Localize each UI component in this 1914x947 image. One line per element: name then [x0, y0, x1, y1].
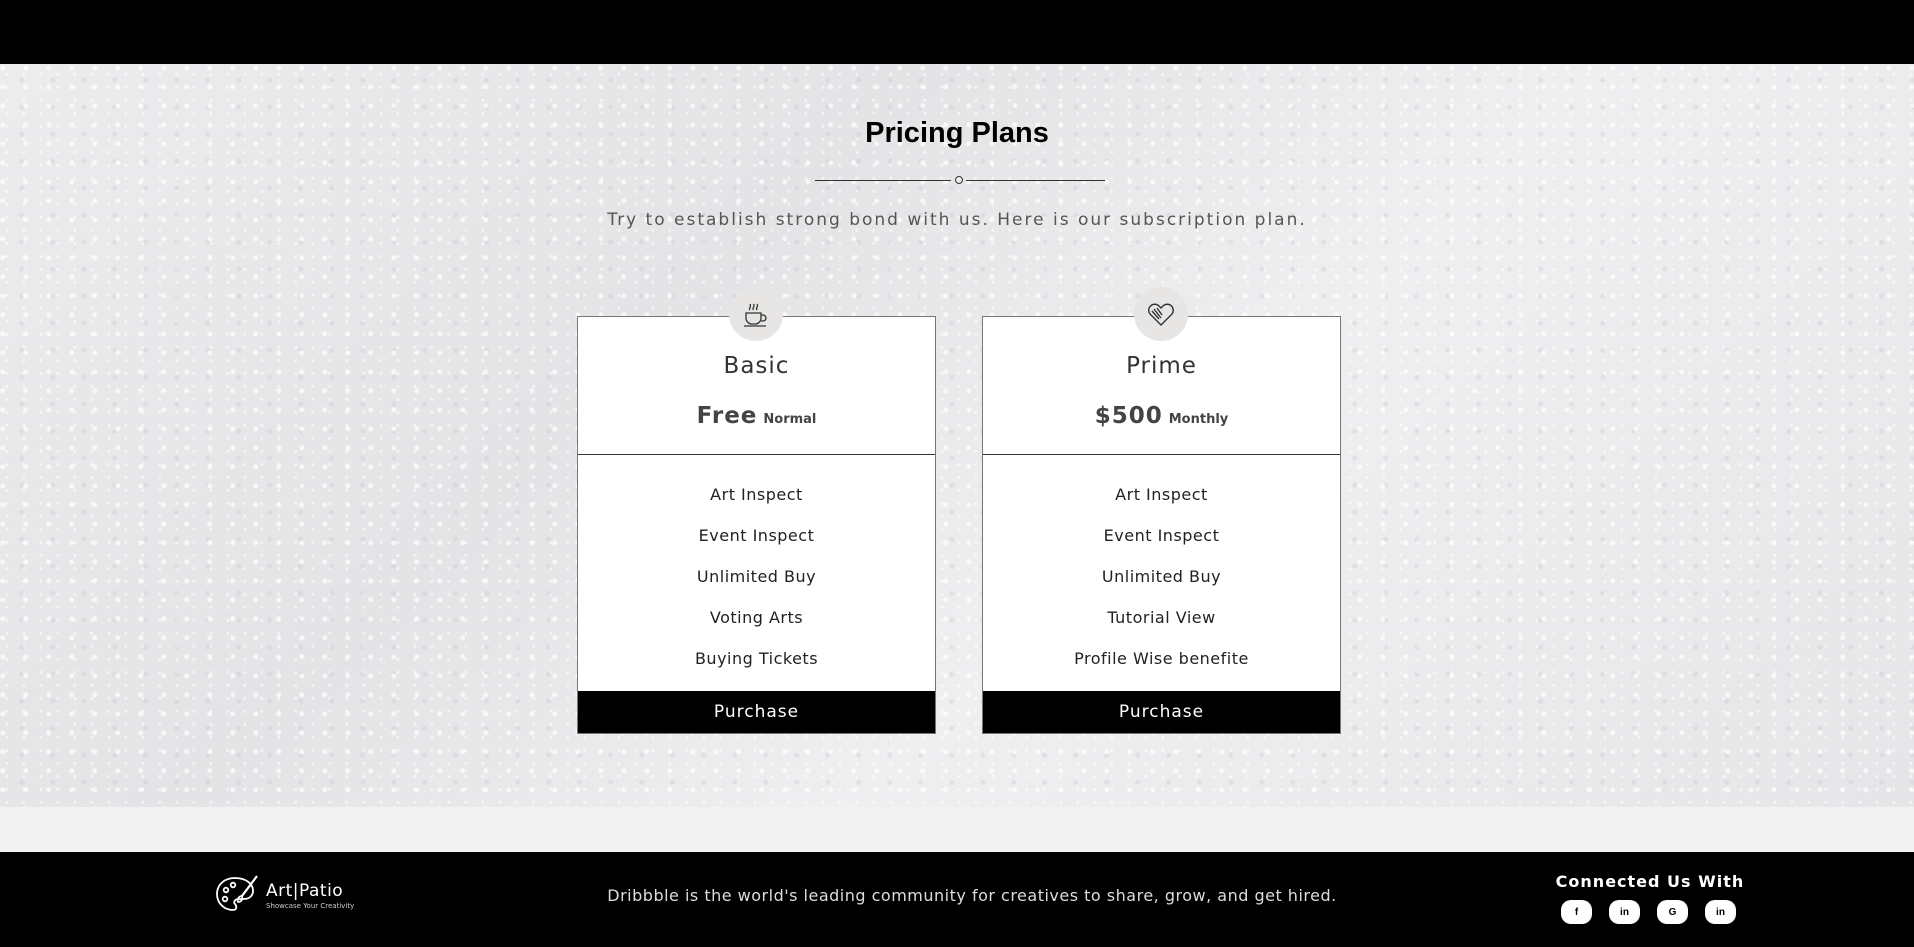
plan-card-prime: Prime $500 Monthly Art Inspect Event Insp…	[982, 287, 1341, 734]
card-separator	[578, 454, 935, 455]
page-title: Pricing Plans	[865, 117, 1049, 149]
feature-item: Tutorial View	[1107, 608, 1216, 627]
card-separator	[983, 454, 1340, 455]
title-divider-right	[966, 180, 1105, 181]
plan-name: Prime	[1126, 353, 1197, 379]
plan-period: Normal	[763, 412, 817, 427]
plan-price-line: $500 Monthly	[983, 403, 1340, 429]
feature-item: Art Inspect	[710, 485, 803, 504]
title-divider-dot	[955, 176, 963, 184]
top-navbar	[0, 0, 1914, 64]
social-links: f in G in	[1561, 900, 1736, 924]
coffee-cup-icon	[729, 287, 783, 341]
plan-features: Art Inspect Event Inspect Unlimited Buy …	[578, 485, 935, 690]
purchase-button-basic[interactable]: Purchase	[578, 691, 935, 733]
plan-name: Basic	[723, 353, 790, 379]
title-divider-left	[815, 180, 951, 181]
feature-item: Profile Wise benefite	[1074, 649, 1249, 668]
plan-features: Art Inspect Event Inspect Unlimited Buy …	[983, 485, 1340, 690]
plan-price: $500	[1094, 403, 1163, 429]
plan-card-basic: Basic Free Normal Art Inspect Event Inspe…	[577, 287, 936, 734]
feature-item: Unlimited Buy	[1101, 567, 1222, 586]
feature-item: Voting Arts	[709, 608, 804, 627]
plan-price-line: Free Normal	[578, 403, 935, 429]
linkedin-icon[interactable]: in	[1705, 900, 1736, 924]
google-icon[interactable]: G	[1657, 900, 1688, 924]
footer: Art|Patio Showcase Your Creativity Dribb…	[0, 852, 1914, 947]
feature-item: Buying Tickets	[694, 649, 819, 668]
feature-item: Art Inspect	[1115, 485, 1208, 504]
linkedin-icon[interactable]: in	[1609, 900, 1640, 924]
heart-icon	[1134, 287, 1188, 341]
feature-item: Unlimited Buy	[696, 567, 817, 586]
page-subtitle: Try to establish strong bond with us. He…	[607, 210, 1307, 230]
plan-price: Free	[696, 403, 758, 429]
plan-period: Monthly	[1168, 412, 1229, 427]
facebook-icon[interactable]: f	[1561, 900, 1592, 924]
feature-item: Event Inspect	[698, 526, 815, 545]
purchase-button-prime[interactable]: Purchase	[983, 691, 1340, 733]
social-title: Connected Us With	[1555, 872, 1745, 891]
feature-item: Event Inspect	[1103, 526, 1220, 545]
